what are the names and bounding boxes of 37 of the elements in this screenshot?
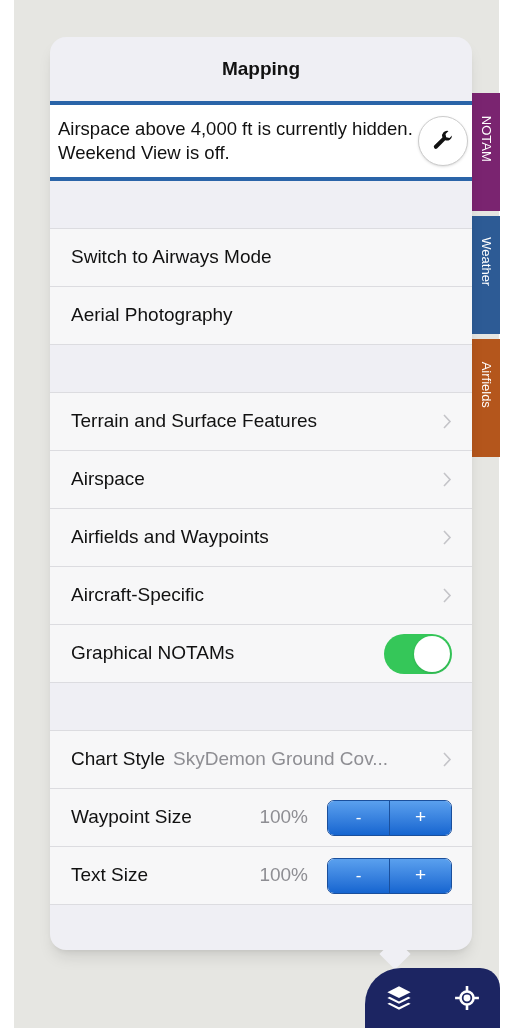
row-value: SkyDemon Ground Cov... <box>173 747 390 772</box>
decrease-button[interactable]: - <box>328 858 390 893</box>
row-label: Switch to Airways Mode <box>71 245 272 270</box>
row-label: Aerial Photography <box>71 303 233 328</box>
row-label: Waypoint Size <box>71 805 192 830</box>
increase-button[interactable]: + <box>390 858 451 893</box>
chevron-icon <box>443 752 452 767</box>
menu-row[interactable]: Aerial Photography <box>50 287 472 345</box>
chevron-icon <box>443 472 452 487</box>
row-label: Terrain and Surface Features <box>71 409 318 434</box>
menu-row[interactable]: Airfields and Waypoints <box>50 509 472 567</box>
row-value: 100% <box>259 863 308 888</box>
side-tab[interactable]: Airfields <box>472 339 500 457</box>
side-tab[interactable]: Weather <box>472 216 500 334</box>
row-label: Aircraft-Specific <box>71 583 205 608</box>
row-label: Text Size <box>71 863 149 888</box>
row-value: 100% <box>259 805 308 830</box>
chevron-icon <box>443 414 452 429</box>
locate-icon[interactable] <box>453 985 480 1011</box>
banner-text: Airspace above 4,000 ft is currently hidden. Weekend View is off. <box>58 117 414 165</box>
menu-row[interactable]: Airspace <box>50 451 472 509</box>
chevron-icon <box>443 530 452 545</box>
settings-button[interactable] <box>418 116 468 166</box>
menu-row[interactable]: Terrain and Surface Features <box>50 393 472 451</box>
chevron-icon <box>443 588 452 603</box>
menu-row[interactable]: Switch to Airways Mode <box>50 229 472 287</box>
row-label: Airfields and Waypoints <box>71 525 269 550</box>
row-label: Airspace <box>71 467 145 492</box>
row-label: Graphical NOTAMs <box>71 641 235 666</box>
menu-row[interactable]: Aircraft-Specific <box>50 567 472 625</box>
increase-button[interactable]: + <box>390 800 451 835</box>
side-tab[interactable]: NOTAM <box>472 93 500 211</box>
menu-row[interactable]: Chart Style SkyDemon Ground Cov... <box>50 731 472 789</box>
decrease-button[interactable]: - <box>328 800 390 835</box>
popover-title: Mapping <box>220 56 302 81</box>
toggle-switch[interactable] <box>384 633 452 674</box>
row-label: Chart Style <box>71 747 165 772</box>
